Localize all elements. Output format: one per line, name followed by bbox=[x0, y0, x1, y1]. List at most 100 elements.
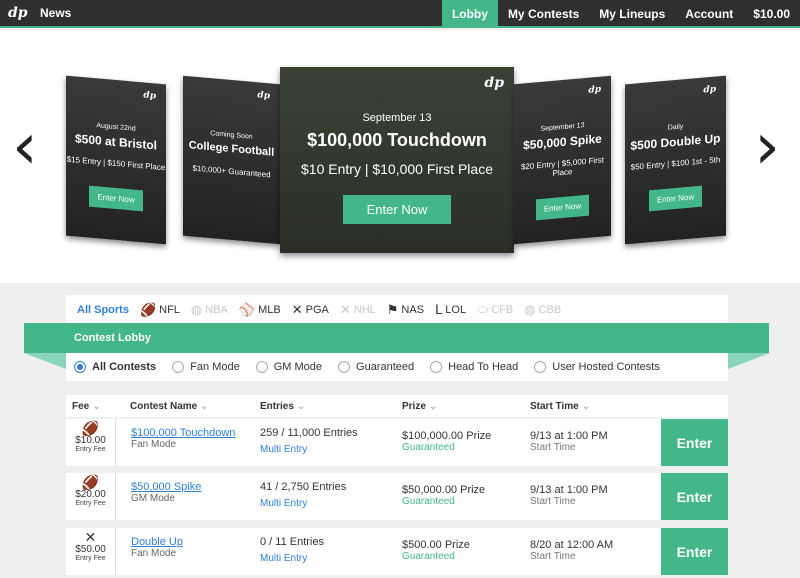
fee-amount: $10.00 bbox=[75, 435, 106, 446]
contest-name-link[interactable]: Double Up bbox=[131, 536, 183, 548]
start-time: 9/13 at 1:00 PM bbox=[530, 430, 608, 442]
nav-account[interactable]: Account bbox=[675, 0, 743, 28]
prize-cell: $500.00 Prize Guaranteed bbox=[402, 539, 470, 562]
sport-label: NHL bbox=[353, 303, 376, 316]
hockey-sticks-icon: ✕ bbox=[339, 301, 351, 317]
basketball-icon: ◍ bbox=[190, 301, 203, 317]
fee-cell: 🏈 $10.00 Entry Fee bbox=[66, 419, 116, 466]
sport-cfb[interactable]: ⬭ CFB bbox=[477, 302, 513, 318]
table-row: 🏈 $10.00 Entry Fee $100,000 Touchdown Fa… bbox=[66, 419, 728, 466]
promo-card-spike[interactable]: dp September 13 $50,000 Spike $20 Entry … bbox=[514, 75, 611, 245]
enter-button[interactable]: Enter bbox=[661, 473, 728, 520]
filter-head-to-head[interactable]: Head To Head bbox=[430, 361, 518, 373]
nav-my-lineups[interactable]: My Lineups bbox=[589, 0, 675, 28]
contest-name-link[interactable]: $50,000 Spike bbox=[131, 481, 201, 493]
enter-now-button[interactable]: Enter Now bbox=[535, 194, 590, 221]
promo-card-double-up[interactable]: dp Daily $500 Double Up $50 Entry | $100… bbox=[625, 75, 726, 245]
entries-count: 0 / 11 Entries bbox=[260, 536, 324, 548]
header-entries[interactable]: Entries bbox=[260, 401, 305, 412]
dp-logo-icon: dp bbox=[143, 90, 156, 102]
enter-now-button[interactable]: Enter Now bbox=[648, 185, 703, 212]
filter-label: Head To Head bbox=[448, 361, 519, 373]
golf-clubs-icon: ✕ bbox=[291, 301, 303, 317]
enter-now-button[interactable]: Enter Now bbox=[89, 185, 143, 212]
dp-logo-icon: dp bbox=[257, 90, 270, 102]
filter-label: Fan Mode bbox=[190, 361, 240, 373]
radio-icon[interactable] bbox=[430, 361, 443, 373]
prize-guaranteed: Guaranteed bbox=[402, 442, 455, 453]
checkered-flag-icon: ⚑ bbox=[386, 301, 399, 317]
contest-mode: Fan Mode bbox=[131, 439, 177, 450]
sport-pga[interactable]: ✕ PGA bbox=[292, 302, 329, 318]
chevron-left-icon[interactable]: ‹ bbox=[12, 115, 38, 179]
header-prize[interactable]: Prize bbox=[402, 401, 437, 412]
sport-cbb[interactable]: ◍ CBB bbox=[524, 302, 561, 318]
header-fee[interactable]: Fee bbox=[72, 401, 101, 412]
enter-button[interactable]: Enter bbox=[661, 419, 728, 466]
promo-sub: $50 Entry | $100 1st - 5th bbox=[630, 155, 721, 172]
football-icon: 🏈 bbox=[139, 301, 157, 317]
table-row: 🏈 $20.00 Entry Fee $50,000 Spike GM Mode… bbox=[66, 473, 728, 520]
filter-user-hosted[interactable]: User Hosted Contests bbox=[534, 361, 660, 373]
radio-icon[interactable] bbox=[74, 361, 86, 373]
sport-nhl[interactable]: ✕ NHL bbox=[340, 302, 376, 318]
contest-type-filters: All Contests Fan Mode GM Mode Guaranteed… bbox=[66, 353, 728, 381]
start-time-label: Start Time bbox=[530, 496, 576, 507]
baseball-icon: ⚾ bbox=[238, 301, 256, 317]
promo-carousel: ‹ › dp August 22nd $500 at Bristol $15 E… bbox=[0, 30, 800, 283]
chevron-right-icon[interactable]: › bbox=[754, 115, 780, 179]
sport-all[interactable]: All Sports bbox=[77, 304, 129, 316]
filter-gm-mode[interactable]: GM Mode bbox=[255, 361, 322, 373]
sport-label: NFL bbox=[159, 303, 180, 316]
radio-icon[interactable] bbox=[534, 361, 547, 373]
prize-cell: $50,000.00 Prize Guaranteed bbox=[402, 484, 485, 507]
golf-clubs-icon: ✕ bbox=[84, 529, 97, 545]
sport-label: CFB bbox=[491, 303, 514, 316]
dp-logo-icon: dp bbox=[588, 84, 601, 96]
entries-count: 41 / 2,750 Entries bbox=[260, 481, 347, 493]
fee-label: Entry Fee bbox=[75, 446, 106, 453]
sport-nas[interactable]: ⚑ NAS bbox=[387, 302, 424, 318]
dp-logo[interactable]: dp bbox=[8, 6, 28, 20]
promo-sub: $10 Entry | $10,000 First Place bbox=[301, 161, 493, 177]
nav-balance[interactable]: $10.00 bbox=[743, 0, 800, 28]
enter-now-button[interactable]: Enter Now bbox=[342, 195, 452, 224]
start-time: 8/20 at 12:00 AM bbox=[530, 539, 614, 551]
nav-my-contests[interactable]: My Contests bbox=[498, 0, 589, 28]
nav-lobby[interactable]: Lobby bbox=[441, 0, 498, 28]
start-time-cell: 8/20 at 12:00 AM Start Time bbox=[530, 539, 613, 562]
multi-entry-link[interactable]: Multi Entry bbox=[260, 553, 307, 564]
sport-nfl[interactable]: 🏈 NFL bbox=[140, 302, 180, 318]
sport-label: PGA bbox=[305, 303, 329, 316]
contest-table-header: Fee Contest Name Entries Prize Start Tim… bbox=[66, 395, 728, 417]
entries-count: 259 / 11,000 Entries bbox=[260, 427, 358, 439]
header-contest-name[interactable]: Contest Name bbox=[130, 401, 209, 412]
sport-lol[interactable]: Ⅼ LOL bbox=[435, 302, 466, 318]
contest-lobby-title: Contest Lobby bbox=[74, 332, 151, 344]
promo-sub: $15 Entry | $150 First Place bbox=[66, 154, 166, 173]
enter-button[interactable]: Enter bbox=[661, 528, 728, 575]
start-time-label: Start Time bbox=[530, 442, 576, 453]
filter-fan-mode[interactable]: Fan Mode bbox=[172, 361, 240, 373]
contest-name-link[interactable]: $100,000 Touchdown bbox=[131, 427, 235, 439]
sport-mlb[interactable]: ⚾ MLB bbox=[239, 302, 281, 318]
filter-all-contests[interactable]: All Contests bbox=[74, 361, 156, 373]
promo-card-bristol[interactable]: dp August 22nd $500 at Bristol $15 Entry… bbox=[66, 75, 166, 245]
dp-logo-icon: dp bbox=[703, 84, 716, 96]
contest-name-cell: Double Up Fan Mode bbox=[131, 536, 183, 559]
radio-icon[interactable] bbox=[338, 361, 351, 373]
sport-nba[interactable]: ◍ NBA bbox=[191, 302, 228, 318]
multi-entry-link[interactable]: Multi Entry bbox=[260, 444, 307, 455]
radio-icon[interactable] bbox=[172, 361, 185, 373]
filter-guaranteed[interactable]: Guaranteed bbox=[338, 361, 414, 373]
radio-icon[interactable] bbox=[255, 361, 268, 373]
fee-amount: $50.00 bbox=[75, 544, 106, 555]
nav-news-link[interactable]: News bbox=[40, 6, 71, 20]
prize-guaranteed: Guaranteed bbox=[402, 496, 455, 507]
promo-card-touchdown[interactable]: dp September 13 $100,000 Touchdown $10 E… bbox=[280, 67, 514, 253]
promo-card-college-football[interactable]: dp Coming Soon College Football $10,000+… bbox=[183, 75, 280, 245]
header-start-time[interactable]: Start Time bbox=[530, 401, 590, 412]
fee-cell: 🏈 $20.00 Entry Fee bbox=[66, 473, 116, 520]
multi-entry-link[interactable]: Multi Entry bbox=[260, 498, 307, 509]
start-time-cell: 9/13 at 1:00 PM Start Time bbox=[530, 484, 608, 507]
